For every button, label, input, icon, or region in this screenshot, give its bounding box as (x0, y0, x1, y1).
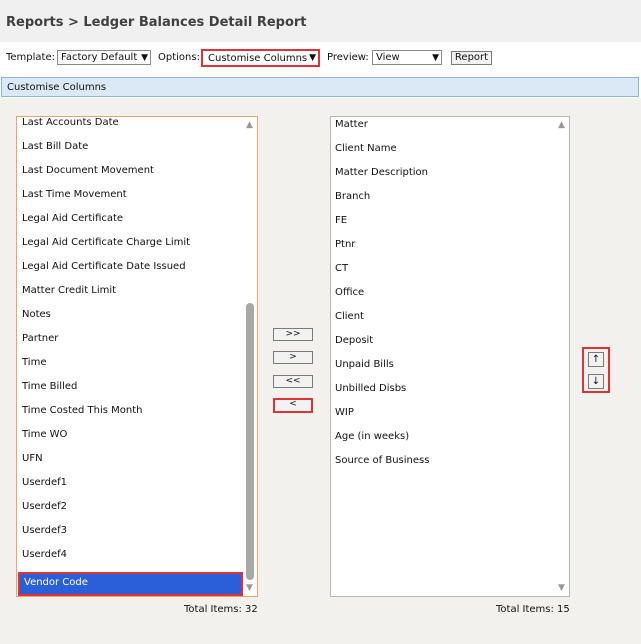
list-item[interactable]: Deposit (335, 335, 373, 346)
report-toolbar: Template: Factory Default ▼ Options: Cus… (0, 42, 641, 76)
list-item[interactable]: UFN (22, 453, 43, 464)
selected-total-items: Total Items: 15 (496, 604, 570, 615)
scroll-down-icon[interactable]: ▼ (246, 583, 253, 593)
list-item[interactable]: Matter Description (335, 167, 428, 178)
selected-list-scrollbar[interactable]: ▲ ▼ (556, 117, 568, 596)
list-item[interactable]: Matter Credit Limit (22, 285, 116, 296)
list-item[interactable]: Time (22, 357, 46, 368)
template-select[interactable]: Factory Default ▼ (57, 50, 151, 65)
options-label: Options: (158, 52, 200, 63)
list-item[interactable]: Legal Aid Certificate (22, 213, 123, 224)
section-header: Customise Columns (1, 77, 639, 97)
add-button[interactable]: > (273, 351, 313, 364)
list-item[interactable]: Legal Aid Certificate Date Issued (22, 261, 186, 272)
list-item[interactable]: Office (335, 287, 364, 298)
list-item[interactable]: Userdef4 (22, 549, 67, 560)
scrollbar-thumb[interactable] (246, 303, 254, 580)
template-select-value: Factory Default (61, 52, 138, 63)
list-item[interactable]: Last Document Movement (22, 165, 154, 176)
list-item[interactable]: WIP (335, 407, 354, 418)
list-item[interactable]: Age (in weeks) (335, 431, 409, 442)
list-item[interactable]: Userdef2 (22, 501, 67, 512)
move-up-button[interactable]: ↑ (588, 352, 604, 367)
scroll-up-icon[interactable]: ▲ (246, 120, 253, 130)
list-item[interactable]: Userdef3 (22, 525, 67, 536)
selected-columns-list[interactable]: Matter Client Name Matter Description Br… (330, 116, 570, 597)
list-item[interactable]: Time WO (22, 429, 67, 440)
list-item[interactable]: FE (335, 215, 347, 226)
list-item[interactable]: Client (335, 311, 364, 322)
options-select[interactable]: Customise Columns ▼ (201, 49, 320, 67)
section-title: Customise Columns (7, 82, 107, 93)
selected-list-item[interactable]: Vendor Code (18, 572, 243, 596)
list-item[interactable]: Last Time Movement (22, 189, 127, 200)
list-item[interactable]: Time Costed This Month (22, 405, 143, 416)
list-item[interactable]: Branch (335, 191, 370, 202)
list-item[interactable]: Source of Business (335, 455, 429, 466)
available-list-scrollbar[interactable]: ▲ ▼ (244, 117, 256, 596)
add-all-button[interactable]: >> (273, 328, 313, 341)
arrow-down-icon: ↓ (591, 376, 601, 387)
available-columns-list[interactable]: Last Accounts Date Last Bill Date Last D… (16, 116, 258, 597)
page-title: Reports > Ledger Balances Detail Report (6, 15, 307, 30)
chevron-down-icon: ▼ (309, 53, 316, 63)
list-item[interactable]: Unbilled Disbs (335, 383, 406, 394)
list-item[interactable]: Legal Aid Certificate Charge Limit (22, 237, 190, 248)
move-down-button[interactable]: ↓ (588, 374, 604, 389)
preview-select-value: View (376, 52, 400, 63)
list-item[interactable]: CT (335, 263, 348, 274)
list-item[interactable]: Ptnr (335, 239, 355, 250)
page-header: Reports > Ledger Balances Detail Report (0, 0, 641, 42)
scroll-down-icon[interactable]: ▼ (558, 583, 565, 593)
options-select-value: Customise Columns (208, 53, 308, 64)
chevron-down-icon: ▼ (432, 53, 439, 63)
available-total-items: Total Items: 32 (184, 604, 258, 615)
list-item[interactable]: Time Billed (22, 381, 77, 392)
report-button[interactable]: Report (451, 51, 492, 65)
list-item[interactable]: Userdef1 (22, 477, 67, 488)
list-item[interactable]: Last Bill Date (22, 141, 88, 152)
remove-all-button[interactable]: << (273, 375, 313, 388)
preview-select[interactable]: View ▼ (372, 50, 442, 65)
reorder-buttons: ↑ ↓ (582, 347, 610, 393)
list-item[interactable]: Matter (335, 119, 368, 130)
list-item[interactable]: Partner (22, 333, 58, 344)
list-item[interactable]: Notes (22, 309, 51, 320)
remove-button[interactable]: < (273, 398, 313, 413)
template-label: Template: (6, 52, 55, 63)
arrow-up-icon: ↑ (591, 354, 601, 365)
selected-list-item-label: Vendor Code (24, 577, 88, 588)
list-item[interactable]: Unpaid Bills (335, 359, 394, 370)
preview-label: Preview: (327, 52, 369, 63)
scroll-up-icon[interactable]: ▲ (558, 120, 565, 130)
list-item[interactable]: Last Accounts Date (22, 117, 119, 128)
list-item[interactable]: Client Name (335, 143, 397, 154)
chevron-down-icon: ▼ (141, 53, 148, 63)
